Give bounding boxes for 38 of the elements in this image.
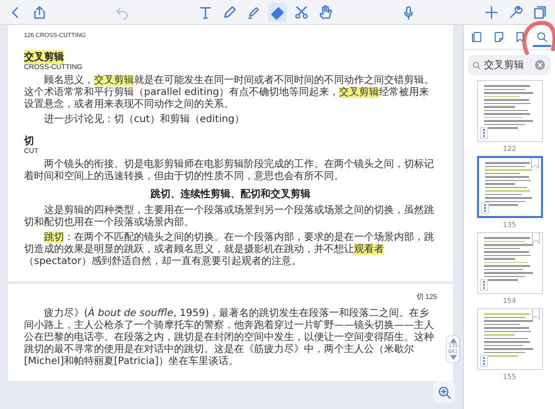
more-icon[interactable] xyxy=(480,279,488,291)
hand-icon xyxy=(318,4,333,20)
paragraph: 疲力尽》(À bout de souffle, 1959)，最著名的跳切发生在段落一和段落二之间。在乡间小路上，主人公枪杀了一个骑摩托车的警察，他奔跑着穿过一片旷野——镜头切换——主人公在巴黎的电话亭。在段落之内，跳切是在封闭的空间中发生，以便让一空间变得陌生。这种跳切的最不寻常的使用是在对话中的跳切。这是在《筋疲力尽》中，两个主人公（米歇尔[Michel]和帕特丽夏[Patricia]）坐在车里谈话。 xyxy=(24,308,435,368)
cards-icon xyxy=(532,4,547,20)
bookmark-icon xyxy=(514,31,526,43)
plus-icon xyxy=(484,4,499,20)
entry-title: 交叉剪辑 xyxy=(24,50,64,64)
microphone-icon xyxy=(401,4,416,20)
page-thumbnail[interactable] xyxy=(476,156,542,218)
eraser-icon xyxy=(270,4,285,20)
paragraph: 跳切：在两个不匹配的镜头之间的切换。在一个段落内部，要求的是在一个场景内部，跳切造成的效果是明显的跳跃，或者顾名思义，就是摄影机在跳动，并不想让观看者（spectator）感到舒适自然，却一直有意要引起观者的注意。 xyxy=(24,232,435,268)
zoom-in-icon xyxy=(436,384,452,400)
search-field[interactable]: 交叉剪辑 xyxy=(468,55,551,75)
more-icon[interactable] xyxy=(480,127,488,139)
search-icon xyxy=(536,31,548,43)
close-icon xyxy=(537,62,543,68)
search-query: 交叉剪辑 xyxy=(484,58,525,72)
pencil-icon xyxy=(222,4,237,20)
paragraph: 顾名思义，交叉剪辑就是在可能发生在同一时间或者不同时间的不同动作之间交错剪辑。这个术语常常和平行剪辑（parallel editing）有点不确切地等同起来，交叉剪辑经常被用来设置悬念，或者用来表现不同动作之间的关系。 xyxy=(24,75,435,111)
section-heading: 跳切、连续性剪辑、配切和交叉剪辑 xyxy=(150,187,312,201)
paragraph: 这是剪辑的四种类型，主要用在一个段落或场景到另一个段落或场景之间的切换，虽然跳切和配切也用在一个段落或场景内部。 xyxy=(24,205,435,229)
highlighter-icon xyxy=(246,4,261,20)
down-arrow-icon[interactable] xyxy=(450,355,456,360)
paragraph: 进一步讨论见：切（cut）和剪辑（editing） xyxy=(43,114,246,126)
tool-button[interactable] xyxy=(268,2,287,22)
search-icon xyxy=(472,60,481,70)
text-tool-icon xyxy=(198,4,213,20)
up-arrow-icon[interactable] xyxy=(450,338,456,343)
share-icon xyxy=(32,4,47,20)
pages-icon xyxy=(470,31,483,43)
scissors-icon xyxy=(294,4,309,20)
paragraph: 两个镜头的衔接。切是电影剪辑师在电影剪辑阶段完成的工作。在两个镜头之间，切标记着时间和空间上的迅速转换，但由于切的性质不同，意思也会有所不同。 xyxy=(24,159,435,183)
entry-title: 切 xyxy=(24,134,34,148)
more-icon[interactable] xyxy=(480,202,488,214)
note-icon xyxy=(492,31,505,43)
more-icon[interactable] xyxy=(480,355,488,367)
clear-button[interactable] xyxy=(535,60,545,70)
zoom-button[interactable] xyxy=(433,381,455,403)
